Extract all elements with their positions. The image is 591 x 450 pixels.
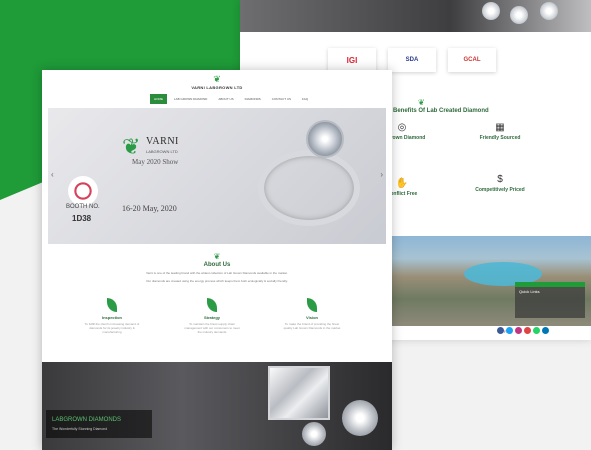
banner-caption: LABGROWN DIAMONDS The Wonderfully Stunni… [46, 410, 152, 438]
nav-item-home[interactable]: HOME [150, 94, 167, 104]
benefit-item: ▦ Friendly Sourced [460, 122, 540, 141]
linkedin-icon[interactable] [542, 327, 549, 334]
hero-slider: ‹ › ❦ VARNI LABGROWN LTD May 2020 Show B… [48, 108, 386, 244]
instagram-icon[interactable] [515, 327, 522, 334]
about-title: About Us [203, 262, 231, 268]
building-icon: ▦ [495, 122, 505, 133]
leaf-logo-icon: ❦ [213, 74, 221, 84]
feature-card: Strategy To maintain the finest supply c… [182, 298, 242, 334]
main-nav: HOME LAB GROWN DIAMOND ABOUT US DIAMONDS… [150, 94, 312, 104]
show-seal-logo [68, 176, 98, 206]
nav-item-contact-us[interactable]: CONTACT US [268, 94, 295, 104]
benefit-item: $ Competitively Priced [460, 174, 540, 193]
back-footer: FAQ [384, 326, 591, 340]
leaf-icon [107, 298, 117, 312]
logo-card-igi[interactable]: IGI [328, 48, 376, 72]
resort-photo: Quick Links [384, 236, 591, 326]
nav-item-faq[interactable]: FAQ [298, 94, 312, 104]
back-hero-banner [240, 0, 591, 32]
logo-card-gcal[interactable]: GCAL [448, 48, 496, 72]
show-title: May 2020 Show [132, 158, 179, 166]
twitter-icon[interactable] [506, 327, 513, 334]
diamond-image [540, 2, 558, 20]
front-page-preview: ❦ VARNI LABGROWN LTD HOME LAB GROWN DIAM… [42, 70, 392, 450]
site-logo[interactable]: ❦ VARNI LABGROWN LTD [42, 74, 392, 90]
logo-card-sda[interactable]: SDA [388, 48, 436, 72]
nav-item-about-us[interactable]: ABOUT US [214, 94, 237, 104]
round-diamond-image [302, 422, 326, 446]
feature-card: Inspection To fulfill the client's incre… [82, 298, 142, 334]
about-section: ❦ About Us Varni is one of the leading b… [42, 252, 392, 284]
price-icon: $ [497, 174, 503, 185]
certification-logos: IGI SDA GCAL [328, 48, 496, 72]
facebook-icon[interactable] [497, 327, 504, 334]
pinterest-icon[interactable] [524, 327, 531, 334]
leaf-icon [307, 298, 317, 312]
feature-card: Vision To make the brand of providing th… [282, 298, 342, 334]
whatsapp-icon[interactable] [533, 327, 540, 334]
slider-next-arrow[interactable]: › [380, 170, 383, 179]
leaf-logo-icon: ❦ [122, 134, 141, 159]
quick-links-panel: Quick Links [515, 282, 585, 318]
leaf-icon: ❦ [418, 98, 425, 107]
social-icons [497, 327, 549, 334]
ring-image [238, 112, 360, 226]
diamond-banner: LABGROWN DIAMONDS The Wonderfully Stunni… [42, 362, 392, 450]
round-diamond-image [342, 400, 378, 436]
diamond-image [510, 6, 528, 24]
feature-cards: Inspection To fulfill the client's incre… [82, 298, 342, 334]
diamond-image [482, 2, 500, 20]
slider-prev-arrow[interactable]: ‹ [51, 170, 54, 179]
emerald-cut-diamond-image [268, 366, 330, 420]
leaf-icon: ❦ [213, 252, 221, 261]
benefits-title: Benefits Of Lab Created Diamond [393, 108, 489, 114]
nav-item-diamonds[interactable]: DIAMONDS [241, 94, 265, 104]
leaf-icon [207, 298, 217, 312]
nav-item-lab-grown-diamond[interactable]: LAB GROWN DIAMOND [170, 94, 211, 104]
